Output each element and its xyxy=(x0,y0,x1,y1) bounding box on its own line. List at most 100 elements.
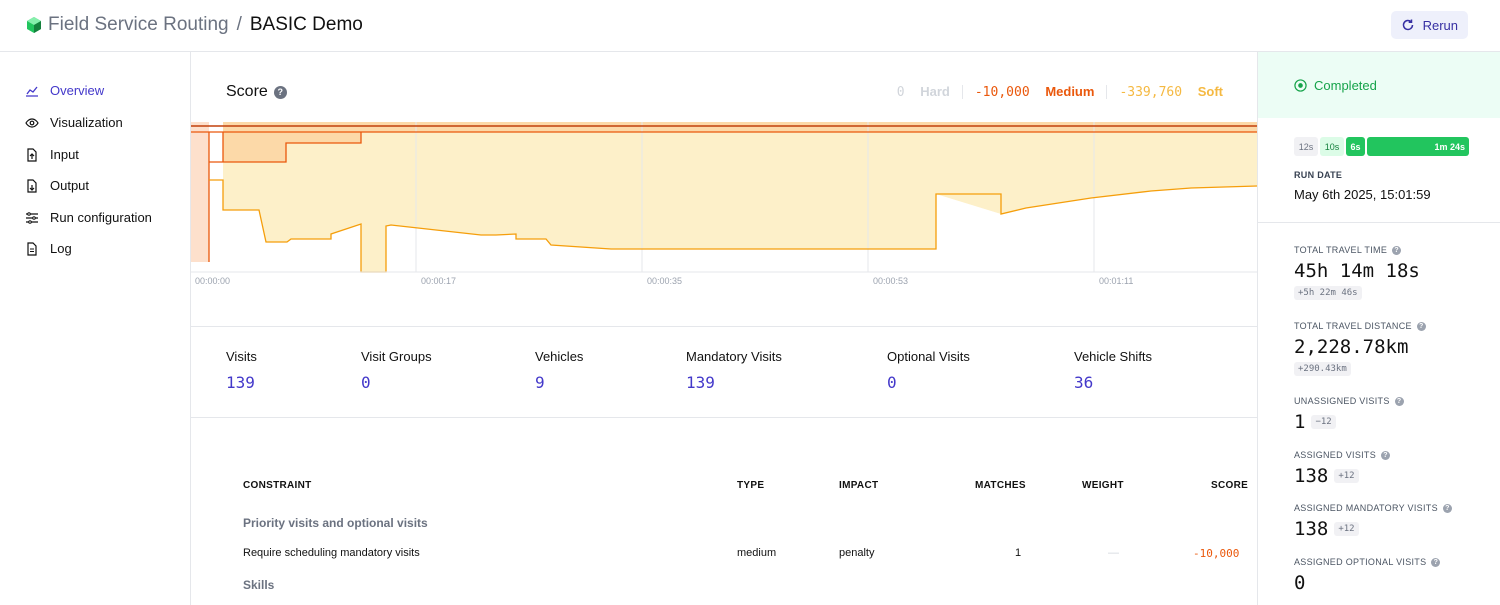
help-icon[interactable]: ? xyxy=(1431,557,1441,567)
score-title: Score xyxy=(226,83,268,100)
medium-score-value: -10,000 xyxy=(974,85,1030,100)
breadcrumb: Field Service Routing / BASIC Demo xyxy=(48,14,363,36)
help-icon[interactable]: ? xyxy=(1394,396,1404,406)
sidebar-item-overview[interactable]: Overview xyxy=(25,83,104,98)
sidebar-item-label: Log xyxy=(50,241,72,256)
sidebar-item-label: Overview xyxy=(50,83,105,98)
metric-value: 138 xyxy=(1294,518,1329,540)
metric-total-travel-time: TOTAL TRAVEL TIME? 45h 14m 18s +5h 22m 4… xyxy=(1294,245,1420,300)
sidebar-item-visualization[interactable]: Visualization xyxy=(25,115,123,130)
status-banner: Completed xyxy=(1258,52,1500,118)
document-icon xyxy=(27,241,37,256)
eye-icon xyxy=(25,117,39,128)
column-header-score[interactable]: SCORE xyxy=(1211,480,1248,491)
stat-label: Mandatory Visits xyxy=(686,349,782,364)
divider xyxy=(1106,85,1108,99)
constraint-name[interactable]: Require scheduling mandatory visits xyxy=(243,547,420,559)
run-date-label: RUN DATE xyxy=(1294,170,1343,180)
breadcrumb-app[interactable]: Field Service Routing xyxy=(48,14,229,36)
timeline-segment: 12s xyxy=(1294,137,1318,156)
metric-delta-badge: −12 xyxy=(1311,415,1336,429)
timeline-segment: 10s xyxy=(1320,137,1344,156)
sidebar-item-label: Visualization xyxy=(50,115,123,130)
column-header-matches[interactable]: MATCHES xyxy=(975,480,1026,491)
constraint-weight: — xyxy=(1108,547,1119,559)
stat-value: 9 xyxy=(535,373,545,392)
stat-label: Visits xyxy=(226,349,257,364)
help-icon[interactable]: ? xyxy=(1416,321,1426,331)
breadcrumb-project: BASIC Demo xyxy=(249,14,363,35)
metric-value: 0 xyxy=(1294,572,1306,594)
stat-value: 139 xyxy=(226,373,255,392)
metric-unassigned-visits: UNASSIGNED VISITS? 1 −12 xyxy=(1294,396,1404,433)
stat-optional-visits: Optional Visits 0 xyxy=(887,349,970,392)
run-date: May 6th 2025, 15:01:59 xyxy=(1294,187,1431,202)
x-tick-labels: 00:00:00 00:00:17 00:00:35 00:00:53 00:01:11 xyxy=(195,276,1133,286)
constraint-group-priority[interactable]: Priority visits and optional visits xyxy=(243,516,428,530)
metric-value: 1 xyxy=(1294,411,1306,433)
metric-value: 138 xyxy=(1294,465,1329,487)
metric-assigned-visits: ASSIGNED VISITS? 138 +12 xyxy=(1294,450,1391,487)
sidebar-item-log[interactable]: Log xyxy=(25,241,72,256)
stat-value: 36 xyxy=(1074,373,1094,392)
column-header-weight[interactable]: WEIGHT xyxy=(1082,480,1124,491)
help-icon[interactable]: ? xyxy=(1381,450,1391,460)
constraint-group-skills[interactable]: Skills xyxy=(243,578,274,592)
metric-label: ASSIGNED VISITS xyxy=(1294,450,1377,460)
rerun-button[interactable]: Rerun xyxy=(1390,11,1468,39)
column-header-type[interactable]: TYPE xyxy=(737,480,764,491)
sidebar-item-run-configuration[interactable]: Run configuration xyxy=(25,210,152,225)
score-heading: Score ? xyxy=(226,83,287,101)
rerun-label: Rerun xyxy=(1422,17,1458,33)
column-header-impact[interactable]: IMPACT xyxy=(839,480,878,491)
stats-row: Visits 139 Visit Groups 0 Vehicles 9 Man… xyxy=(191,326,1257,418)
metric-delta-badge: +12 xyxy=(1334,469,1359,483)
file-download-icon xyxy=(27,178,37,193)
app-logo-icon xyxy=(27,17,41,33)
sidebar-item-label: Output xyxy=(50,178,90,193)
stat-visits: Visits 139 xyxy=(226,349,257,392)
constraint-matches: 1 xyxy=(1015,547,1022,559)
help-icon[interactable]: ? xyxy=(1442,503,1452,513)
score-chart[interactable]: 00:00:00 00:00:17 00:00:35 00:00:53 00:01:11 xyxy=(191,122,1257,287)
help-icon[interactable]: ? xyxy=(1392,245,1402,255)
hard-score-value: 0 xyxy=(896,85,905,100)
metric-value: 2,228.78km xyxy=(1294,336,1409,358)
hard-score-label: Hard xyxy=(920,84,950,99)
stat-label: Optional Visits xyxy=(887,349,970,364)
sidebar-item-label: Input xyxy=(50,147,79,162)
help-icon[interactable]: ? xyxy=(273,85,287,99)
status-text: Completed xyxy=(1314,77,1377,93)
metric-delta-badge: +12 xyxy=(1334,522,1359,536)
metric-delta-badge: +5h 22m 46s xyxy=(1294,286,1362,300)
divider xyxy=(961,85,963,99)
divider xyxy=(1258,222,1500,223)
file-upload-icon xyxy=(27,147,37,162)
metric-label: UNASSIGNED VISITS xyxy=(1294,396,1390,406)
hard-series-area xyxy=(191,122,209,262)
soft-score-label: Soft xyxy=(1197,84,1223,99)
score-summary: 0 Hard -10,000 Medium -339,760 Soft xyxy=(897,84,1223,100)
x-tick-label: 00:00:17 xyxy=(421,276,456,286)
stat-label: Visit Groups xyxy=(361,349,432,364)
column-header-constraint[interactable]: CONSTRAINT xyxy=(243,480,312,491)
constraint-score: -10,000 xyxy=(1193,547,1240,560)
timeline-segment: 1m 24s xyxy=(1367,137,1469,156)
chart-area-icon xyxy=(26,86,38,97)
stat-vehicles: Vehicles 9 xyxy=(535,349,583,392)
sidebar-item-label: Run configuration xyxy=(50,210,152,225)
breadcrumb-separator: / xyxy=(236,14,242,35)
metric-label: TOTAL TRAVEL TIME xyxy=(1294,245,1388,255)
sidebar-item-input[interactable]: Input xyxy=(25,147,79,162)
stat-value: 0 xyxy=(887,373,897,392)
main-content: Score ? 0 Hard -10,000 Medium -339,760 S… xyxy=(191,52,1257,605)
metric-assigned-optional-visits: ASSIGNED OPTIONAL VISITS? 0 xyxy=(1294,557,1441,594)
metric-value-row: 1 −12 xyxy=(1294,411,1404,433)
soft-score: -339,760 Soft xyxy=(1119,84,1223,100)
medium-score: -10,000 Medium xyxy=(975,84,1095,100)
stat-vehicle-shifts: Vehicle Shifts 36 xyxy=(1074,349,1152,392)
hard-score: 0 Hard xyxy=(897,84,950,100)
sidebar: Overview Visualization Input Output Run … xyxy=(0,52,191,605)
stat-label: Vehicles xyxy=(535,349,584,364)
sidebar-item-output[interactable]: Output xyxy=(25,178,89,193)
